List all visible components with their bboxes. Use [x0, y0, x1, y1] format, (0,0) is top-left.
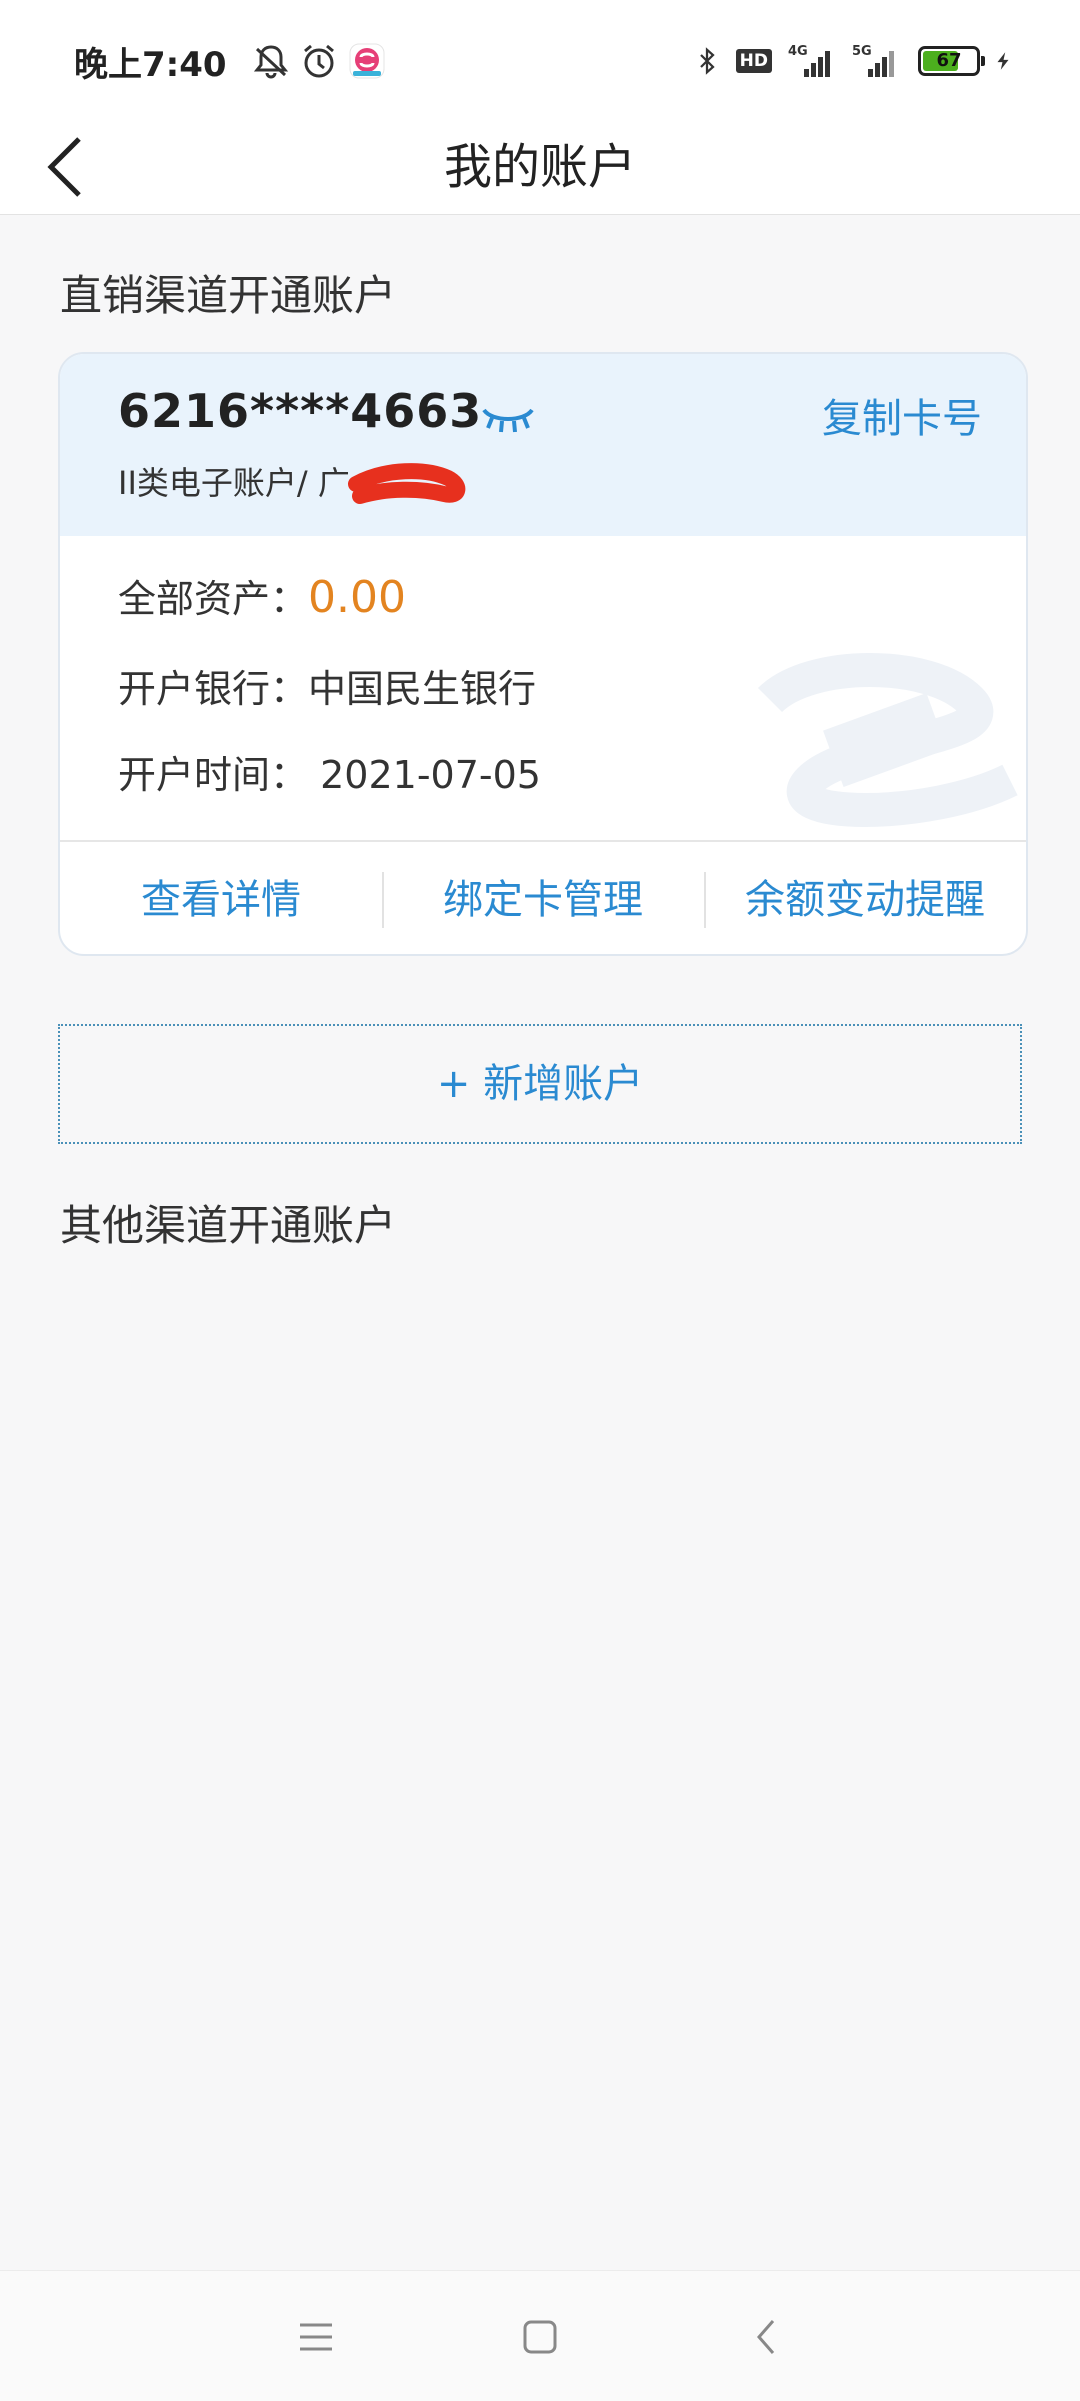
bank-label: 开户银行： [118, 667, 309, 711]
bank-logo-watermark [757, 653, 1018, 827]
open-date-label: 开户时间： [118, 753, 309, 797]
redaction-scribble [348, 463, 466, 504]
open-date-value: 2021-07-05 [320, 753, 541, 797]
chevron-left-icon [757, 2320, 775, 2354]
alarm-clock-icon [303, 44, 334, 78]
battery-level: 67 [936, 50, 962, 71]
status-right: HD 4G 5G 67 [680, 36, 1014, 86]
view-details-button[interactable]: 查看详情 [60, 842, 382, 954]
home-square-icon [523, 2320, 557, 2354]
signal-4g-icon: 4G [788, 44, 830, 77]
status-left: 晚上7:40 [74, 36, 387, 86]
card-header: 6216****4663 复制卡号 II类电子账户/ 广 [60, 354, 1026, 536]
open-date-row: 开户时间： 2021-07-05 [118, 744, 541, 799]
charging-icon [997, 52, 1009, 70]
bluetooth-icon [699, 47, 715, 75]
signal-5g-icon: 5G [852, 44, 894, 77]
bind-card-management-button[interactable]: 绑定卡管理 [382, 842, 704, 954]
nav-bar: 我的账户 [0, 120, 1080, 215]
copy-card-number-button[interactable]: 复制卡号 [822, 386, 982, 444]
page-title: 我的账户 [443, 139, 636, 195]
total-assets-row: 全部资产：0.00 [118, 568, 406, 623]
total-assets-value: 0.00 [308, 572, 406, 623]
total-assets-label: 全部资产： [118, 577, 309, 621]
system-nav-bar [0, 2270, 1080, 2401]
signal-4g-label: 4G [788, 44, 808, 59]
add-account-button[interactable]: + 新增账户 [58, 1024, 1022, 1144]
direct-section-title: 直销渠道开通账户 [60, 271, 397, 320]
menu-icon [300, 2323, 332, 2351]
menu-button[interactable] [286, 2307, 346, 2367]
balance-alert-button[interactable]: 余额变动提醒 [704, 842, 1026, 954]
notification-off-icon [253, 45, 288, 79]
eye-closed-icon[interactable] [478, 400, 538, 440]
card-actions: 查看详情 绑定卡管理 余额变动提醒 [60, 840, 1026, 954]
hd-icon: HD [735, 49, 772, 73]
system-back-button[interactable] [736, 2307, 796, 2367]
status-bar: 晚上7:40 HD 4G 5G 67 [0, 0, 1080, 120]
bank-value: 中国民生银行 [308, 667, 537, 711]
account-card: 6216****4663 复制卡号 II类电子账户/ 广 全部资产：0.00 开… [58, 352, 1028, 956]
card-number: 6216****4663 [118, 384, 483, 438]
bank-row: 开户银行：中国民生银行 [118, 658, 536, 713]
other-section-title: 其他渠道开通账户 [60, 1201, 397, 1250]
battery-cap [981, 56, 985, 66]
battery-icon: 67 [918, 46, 985, 76]
status-time: 晚上7:40 [74, 44, 227, 85]
app-notification-icon [349, 43, 385, 79]
account-type: II类电子账户/ 广 [118, 464, 350, 502]
signal-5g-label: 5G [852, 44, 872, 59]
home-button[interactable] [510, 2307, 570, 2367]
